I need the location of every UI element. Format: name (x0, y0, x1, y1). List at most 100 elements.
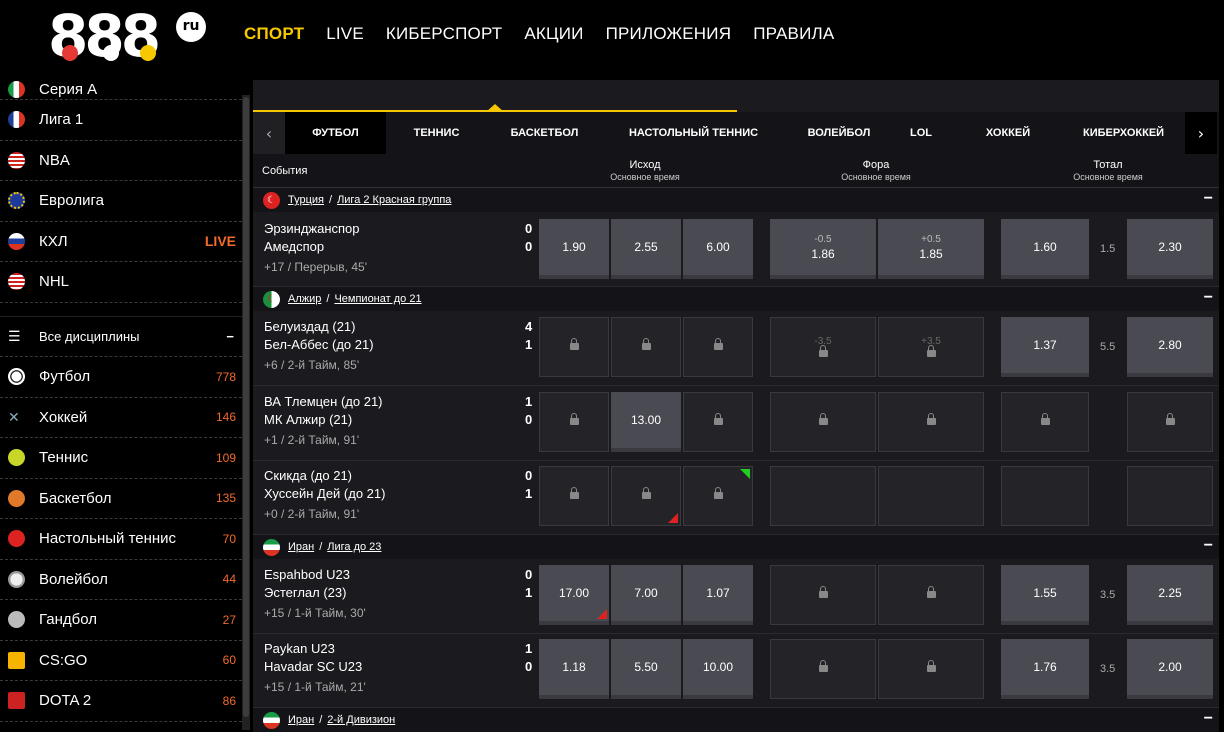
sidebar-item-serie-a[interactable]: Серия А (0, 80, 242, 100)
league-country-link[interactable]: Алжир (288, 293, 321, 305)
sidebar-item-ligue-1[interactable]: Лига 1 (0, 100, 242, 141)
sidebar-scrollbar[interactable] (242, 95, 250, 730)
league-country-link[interactable]: Турция (288, 194, 324, 206)
nav-live[interactable]: LIVE (326, 24, 364, 44)
sidebar-item-tennis[interactable]: Теннис 109 (0, 438, 242, 479)
sidebar-item-dota2[interactable]: DOTA 2 86 (0, 681, 242, 722)
tab-volleyball[interactable]: ВОЛЕЙБОЛ (785, 112, 893, 154)
event-teams[interactable]: Белуиздад (21) Бел-Аббес (до 21) (264, 318, 374, 354)
odds-home[interactable]: 1.90 (539, 219, 609, 279)
odds-draw[interactable]: 7.00 (611, 565, 681, 625)
odds-draw[interactable]: 2.55 (611, 219, 681, 279)
odds-away[interactable]: 10.00 (683, 639, 753, 699)
collapse-icon[interactable]: − (1204, 710, 1213, 728)
sidebar-item-volleyball[interactable]: Волейбол 44 (0, 560, 242, 600)
scrollbar-thumb[interactable] (243, 97, 249, 717)
tab-esports-hockey[interactable]: КИБЕРХОККЕЙ (1067, 112, 1185, 154)
handicap-home[interactable]: -0.5 1.86 (770, 219, 876, 279)
top-header: 888 ru СПОРТ LIVE КИБЕРСПОРТ АКЦИИ ПРИЛО… (0, 0, 1224, 80)
event-teams[interactable]: Paykan U23 Havadar SC U23 (264, 640, 362, 676)
sidebar-item-csgo[interactable]: CS:GO 60 (0, 641, 242, 681)
collapse-icon[interactable]: − (226, 329, 234, 344)
tab-basketball[interactable]: БАСКЕТБОЛ (487, 112, 602, 154)
tab-table-tennis[interactable]: НАСТОЛЬНЫЙ ТЕННИС (602, 112, 785, 154)
league-name-link[interactable]: Чемпионат до 21 (334, 293, 421, 305)
sidebar-item-basketball[interactable]: Баскетбол 135 (0, 479, 242, 519)
odds-away[interactable]: 1.07 (683, 565, 753, 625)
total-under[interactable]: 2.80 (1127, 317, 1213, 377)
event-row[interactable]: Paykan U23 Havadar SC U23 10 +15 / 1-й Та… (253, 634, 1219, 708)
odds-draw[interactable]: 5.50 (611, 639, 681, 699)
league-header[interactable]: ☾ Алжир / Чемпионат до 21 − (253, 287, 1219, 311)
event-score: 41 (525, 318, 532, 354)
collapse-icon[interactable]: − (1204, 190, 1213, 208)
active-caret (486, 104, 504, 112)
event-teams[interactable]: Espahbod U23 Эстеглал (23) (264, 566, 350, 602)
lock-icon (818, 586, 828, 600)
odds-home-locked (539, 392, 609, 452)
event-teams[interactable]: Скикда (до 21) Хуссейн Дей (до 21) (264, 467, 385, 503)
nav-promos[interactable]: АКЦИИ (524, 24, 583, 44)
event-score: 10 (525, 640, 532, 676)
event-row[interactable]: Эрзинджанспор Амедспор 00 +17 / Перерыв, … (253, 212, 1219, 287)
total-over[interactable]: 1.76 (1001, 639, 1089, 699)
sidebar-item-khl[interactable]: КХЛ LIVE (0, 222, 242, 262)
sidebar-item-nhl[interactable]: NHL (0, 262, 242, 303)
total-over[interactable]: 1.60 (1001, 219, 1089, 279)
league-name-link[interactable]: 2-й Дивизион (327, 714, 395, 726)
collapse-icon[interactable]: − (1204, 289, 1213, 307)
nav-esports[interactable]: КИБЕРСПОРТ (386, 24, 502, 44)
event-row[interactable]: Espahbod U23 Эстеглал (23) 01 +15 / 1-й Т… (253, 559, 1219, 634)
tabs-prev-button[interactable]: ‹ (253, 112, 285, 154)
sidebar-item-nba[interactable]: NBA (0, 141, 242, 181)
score-away: 0 (525, 659, 533, 674)
sport-tabs: ‹ ФУТБОЛ ТЕННИС БАСКЕТБОЛ НАСТОЛЬНЫЙ ТЕН… (253, 112, 1219, 154)
lock-icon (926, 344, 936, 359)
tabs-next-button[interactable]: › (1185, 112, 1217, 154)
league-header[interactable]: ☾ Турция / Лига 2 Красная группа − (253, 188, 1219, 212)
all-disciplines-header[interactable]: ☰ Все дисциплины − (0, 317, 242, 357)
sidebar-item-table-tennis[interactable]: Настольный теннис 70 (0, 519, 242, 560)
tab-hockey[interactable]: ХОККЕЙ (949, 112, 1067, 154)
event-teams[interactable]: Эрзинджанспор Амедспор (264, 220, 360, 256)
league-header[interactable]: Иран / Лига до 23 − (253, 535, 1219, 559)
league-country-link[interactable]: Иран (288, 541, 314, 553)
sidebar-item-label: Теннис (39, 449, 89, 467)
event-row[interactable]: Белуиздад (21) Бел-Аббес (до 21) 41 +6 / … (253, 311, 1219, 386)
iran-flag-icon (263, 538, 280, 556)
total-under[interactable]: 2.00 (1127, 639, 1213, 699)
tennis-icon (8, 449, 25, 467)
sidebar-item-football[interactable]: Футбол 778 (0, 357, 242, 398)
handicap-away[interactable]: +0.5 1.85 (878, 219, 984, 279)
odds-draw[interactable]: 13.00 (611, 392, 681, 452)
888-logo[interactable]: 888 ru (48, 6, 208, 66)
nav-rules[interactable]: ПРАВИЛА (753, 24, 834, 44)
event-row[interactable]: Скикда (до 21) Хуссейн Дей (до 21) 01 +0 … (253, 461, 1219, 535)
tab-lol[interactable]: LOL (893, 112, 949, 154)
event-teams[interactable]: ВА Тлемцен (до 21) МК Алжир (21) (264, 393, 383, 429)
league-header[interactable]: Иран/2-й Дивизион − (253, 708, 1219, 732)
event-row[interactable]: ВА Тлемцен (до 21) МК Алжир (21) 10 +1 / … (253, 386, 1219, 461)
league-name-link[interactable]: Лига 2 Красная группа (337, 194, 451, 206)
odds-home[interactable]: 1.18 (539, 639, 609, 699)
total-under[interactable]: 2.30 (1127, 219, 1213, 279)
tab-tennis[interactable]: ТЕННИС (386, 112, 487, 154)
nav-apps[interactable]: ПРИЛОЖЕНИЯ (606, 24, 732, 44)
odds-home[interactable]: 17.00 (539, 565, 609, 625)
odds-away[interactable]: 6.00 (683, 219, 753, 279)
sidebar-item-handball[interactable]: Гандбол 27 (0, 600, 242, 641)
sidebar-item-euroleague[interactable]: Евролига (0, 181, 242, 222)
total-over[interactable]: 1.55 (1001, 565, 1089, 625)
nav-sport[interactable]: СПОРТ (244, 24, 304, 44)
total-over[interactable]: 1.37 (1001, 317, 1089, 377)
tab-football[interactable]: ФУТБОЛ (285, 112, 386, 154)
league-name-link[interactable]: Лига до 23 (327, 541, 381, 553)
iran-flag-icon (263, 711, 280, 729)
league-country-link[interactable]: Иран (288, 714, 314, 726)
odds-draw-locked (611, 317, 681, 377)
event-info: +17 / Перерыв, 45' (264, 260, 367, 274)
collapse-icon[interactable]: − (1204, 537, 1213, 555)
sidebar-item-hockey[interactable]: ✕ Хоккей 146 (0, 398, 242, 438)
logo-dot-red (62, 45, 78, 61)
total-under[interactable]: 2.25 (1127, 565, 1213, 625)
